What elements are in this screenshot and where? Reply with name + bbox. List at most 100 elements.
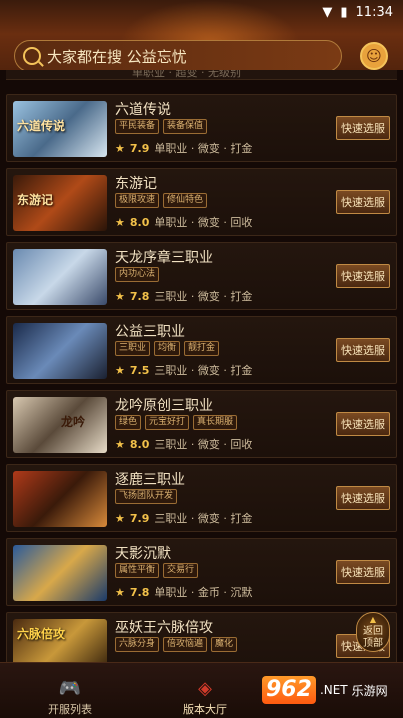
game-thumbnail — [13, 249, 107, 305]
search-input[interactable]: 大家都在搜 公益忘忧 — [14, 40, 342, 72]
game-thumbnail: 东游记 — [13, 175, 107, 231]
tag: 三职业 — [115, 341, 151, 356]
game-thumbnail — [13, 471, 107, 527]
star-icon: ★ — [115, 511, 125, 525]
tab-label: 版本大厅 — [183, 703, 227, 716]
list-item-clipped: 单职业 · 超变 · 无级别 — [6, 70, 397, 80]
tag: 平民装备 — [115, 119, 160, 134]
search-icon — [23, 47, 41, 65]
tag-list: 平民装备 装备保值 — [115, 119, 208, 134]
arrow-up-icon: ▲ — [369, 615, 377, 624]
tab-label: 开服列表 — [48, 703, 92, 716]
game-meta: ★ 8.0 单职业 · 微变 · 回收 — [115, 214, 252, 230]
tag: 真长期服 — [193, 415, 238, 430]
star-icon: ★ — [115, 363, 125, 377]
site-watermark: 962 .NET 乐游网 — [262, 668, 400, 712]
quick-select-server-button[interactable]: 快速选服 — [336, 412, 390, 436]
watermark-suffix: .NET — [319, 683, 348, 697]
tag: 六脉分身 — [115, 637, 160, 652]
list-item[interactable]: 龙吟 龙吟原创三职业 绿色 元宝好打 真长期服 ★ 8.0 三职业 · 微变 ·… — [6, 390, 397, 458]
tag-list: 极限攻速 修仙特色 — [115, 193, 208, 208]
list-item[interactable]: 六脉倍攻 巫妖王六脉倍攻 六脉分身 倍攻恼遍 魔化 快速选服 — [6, 612, 397, 662]
status-time: 11:34 — [355, 4, 393, 20]
game-thumbnail: 六脉倍攻 — [13, 619, 107, 662]
watermark-text: 乐游网 — [351, 683, 388, 698]
layers-icon: ◈ — [198, 678, 212, 699]
rating: 7.9 — [129, 141, 150, 155]
tag: 均衡 — [154, 341, 181, 356]
rating: 7.5 — [129, 363, 150, 377]
game-name: 天影沉默 — [115, 546, 171, 562]
status-bar: ▼ ▮ 11:34 — [0, 0, 403, 24]
meta-text: 三职业 · 微变 · 回收 — [154, 438, 253, 451]
game-thumbnail: 六道传说 — [13, 101, 107, 157]
battery-icon: ▮ — [340, 4, 348, 20]
game-list[interactable]: 单职业 · 超变 · 无级别 六道传说 六道传说 平民装备 装备保值 ★ 7.9… — [0, 70, 403, 662]
tag: 倍攻恼遍 — [163, 637, 208, 652]
back-top-line1: 返回 — [363, 626, 383, 637]
rating: 8.0 — [129, 215, 150, 229]
list-item[interactable]: 天龙序章三职业 内功心法 ★ 7.8 三职业 · 微变 · 打金 快速选服 — [6, 242, 397, 310]
list-item[interactable]: 东游记 东游记 极限攻速 修仙特色 ★ 8.0 单职业 · 微变 · 回收 快速… — [6, 168, 397, 236]
tag: 元宝好打 — [145, 415, 190, 430]
meta-text: 三职业 · 微变 · 打金 — [154, 512, 253, 525]
game-name: 龙吟原创三职业 — [115, 398, 213, 414]
tag: 魔化 — [211, 637, 238, 652]
search-placeholder: 大家都在搜 公益忘忧 — [47, 47, 187, 66]
star-icon: ★ — [115, 437, 125, 451]
tag: 内功心法 — [115, 267, 160, 282]
tag: 属性平衡 — [115, 563, 160, 578]
tag-list: 六脉分身 倍攻恼遍 魔化 — [115, 637, 238, 652]
list-item[interactable]: 公益三职业 三职业 均衡 靓打金 ★ 7.5 三职业 · 微变 · 打金 快速选… — [6, 316, 397, 384]
star-icon: ★ — [115, 215, 125, 229]
game-meta: ★ 7.8 单职业 · 金币 · 沉默 — [115, 584, 252, 600]
rating: 7.8 — [129, 289, 150, 303]
watermark-logo: 962 — [262, 676, 316, 704]
game-name: 逐鹿三职业 — [115, 472, 185, 488]
tag-list: 三职业 均衡 靓打金 — [115, 341, 220, 356]
tag: 极限攻速 — [115, 193, 160, 208]
quick-select-server-button[interactable]: 快速选服 — [336, 116, 390, 140]
quick-select-server-button[interactable]: 快速选服 — [336, 338, 390, 362]
quick-select-server-button[interactable]: 快速选服 — [336, 190, 390, 214]
rating: 8.0 — [129, 437, 150, 451]
tag: 交易行 — [163, 563, 199, 578]
game-name: 天龙序章三职业 — [115, 250, 213, 266]
game-thumbnail: 龙吟 — [13, 397, 107, 453]
quick-select-server-button[interactable]: 快速选服 — [336, 264, 390, 288]
list-item[interactable]: 六道传说 六道传说 平民装备 装备保值 ★ 7.9 单职业 · 微变 · 打金 … — [6, 94, 397, 162]
tag-list: 属性平衡 交易行 — [115, 563, 199, 578]
list-item[interactable]: 天影沉默 属性平衡 交易行 ★ 7.8 单职业 · 金币 · 沉默 快速选服 — [6, 538, 397, 606]
tag: 装备保值 — [163, 119, 208, 134]
star-icon: ★ — [115, 141, 125, 155]
tab-version-hall[interactable]: ◈ 版本大厅 — [145, 669, 265, 717]
back-to-top-button[interactable]: ▲ 返回 顶部 — [356, 612, 390, 652]
game-thumbnail — [13, 545, 107, 601]
avatar[interactable]: ☺ — [360, 42, 388, 70]
tag-list: 绿色 元宝好打 真长期服 — [115, 415, 238, 430]
back-top-line2: 顶部 — [363, 638, 383, 649]
tag: 绿色 — [115, 415, 142, 430]
tag-list: 内功心法 — [115, 267, 160, 282]
star-icon: ★ — [115, 289, 125, 303]
wifi-icon: ▼ — [322, 4, 333, 20]
list-item[interactable]: 逐鹿三职业 飞扬团队开发 ★ 7.9 三职业 · 微变 · 打金 快速选服 — [6, 464, 397, 532]
game-meta: ★ 7.9 三职业 · 微变 · 打金 — [115, 510, 252, 526]
game-name: 六道传说 — [115, 102, 171, 118]
quick-select-server-button[interactable]: 快速选服 — [336, 560, 390, 584]
game-meta: ★ 7.5 三职业 · 微变 · 打金 — [115, 362, 252, 378]
rating: 7.9 — [129, 511, 150, 525]
tag: 修仙特色 — [163, 193, 208, 208]
tag: 飞扬团队开发 — [115, 489, 178, 504]
tag: 靓打金 — [184, 341, 220, 356]
meta-text: 三职业 · 微变 · 打金 — [154, 364, 253, 377]
meta-text: 单职业 · 金币 · 沉默 — [154, 586, 253, 599]
game-name: 巫妖王六脉倍攻 — [115, 620, 213, 636]
meta-text: 单职业 · 微变 · 打金 — [154, 142, 253, 155]
tab-server-list[interactable]: 🎮 开服列表 — [10, 669, 130, 717]
meta-text: 三职业 · 微变 · 打金 — [154, 290, 253, 303]
game-meta: ★ 7.9 单职业 · 微变 · 打金 — [115, 140, 252, 156]
game-thumbnail — [13, 323, 107, 379]
rating: 7.8 — [129, 585, 150, 599]
quick-select-server-button[interactable]: 快速选服 — [336, 486, 390, 510]
